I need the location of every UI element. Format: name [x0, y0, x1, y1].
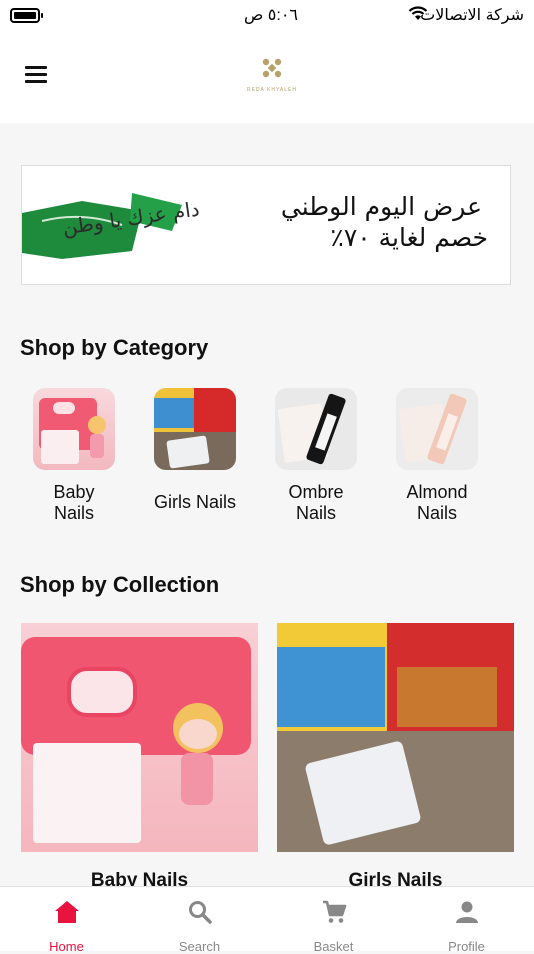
- category-baby-nails[interactable]: Baby Nails: [19, 388, 129, 524]
- collection-girls-nails[interactable]: Girls Nails: [277, 623, 514, 892]
- category-label: Girls Nails: [153, 492, 236, 512]
- nav-profile[interactable]: Profile: [400, 887, 533, 954]
- logo-mark-icon: [262, 58, 282, 78]
- nav-basket[interactable]: Basket: [267, 887, 400, 954]
- banner-title: عرض اليوم الوطني: [280, 192, 482, 221]
- brand-logo[interactable]: REDA KHYALEH: [240, 54, 304, 94]
- bottom-navigation: Home Search Basket Profile: [0, 886, 534, 954]
- category-image: [275, 388, 357, 470]
- collection-baby-nails[interactable]: Baby Nails: [21, 623, 258, 892]
- category-label: Baby Nails: [53, 482, 95, 523]
- banner-subtitle: خصم لغاية ٧٠٪: [330, 223, 488, 252]
- app-header: REDA KHYALEH: [0, 30, 534, 123]
- carrier-name: شركة الاتصالات: [420, 7, 524, 24]
- nav-home[interactable]: Home: [0, 887, 133, 954]
- battery-icon: [10, 8, 43, 23]
- menu-icon[interactable]: [25, 66, 47, 83]
- category-section-title: Shop by Category: [20, 335, 209, 360]
- status-time: ٥:٠٦ ص: [244, 7, 299, 24]
- category-label: Ombre Nails: [288, 482, 344, 523]
- category-girls-nails[interactable]: Girls Nails: [140, 388, 250, 513]
- person-icon: [455, 901, 478, 923]
- category-ombre-nails[interactable]: Ombre Nails: [261, 388, 371, 524]
- category-image: [396, 388, 478, 470]
- category-image: [33, 388, 115, 470]
- collection-section-title: Shop by Collection: [20, 572, 220, 597]
- category-label: Almond Nails: [406, 482, 468, 523]
- collection-image: [21, 623, 258, 852]
- category-image: [154, 388, 236, 470]
- collection-image: [277, 623, 514, 852]
- category-almond-nails[interactable]: Almond Nails: [382, 388, 492, 524]
- search-icon: [188, 901, 212, 924]
- nav-search[interactable]: Search: [133, 887, 266, 954]
- promo-banner[interactable]: دام عزك يا وطن عرض اليوم الوطني خصم لغاي…: [21, 165, 511, 285]
- home-icon: [54, 901, 79, 923]
- cart-icon: [322, 900, 346, 923]
- logo-wordmark: REDA KHYALEH: [247, 87, 297, 93]
- status-bar: ٥:٠٦ ص شركة الاتصالات: [0, 0, 534, 30]
